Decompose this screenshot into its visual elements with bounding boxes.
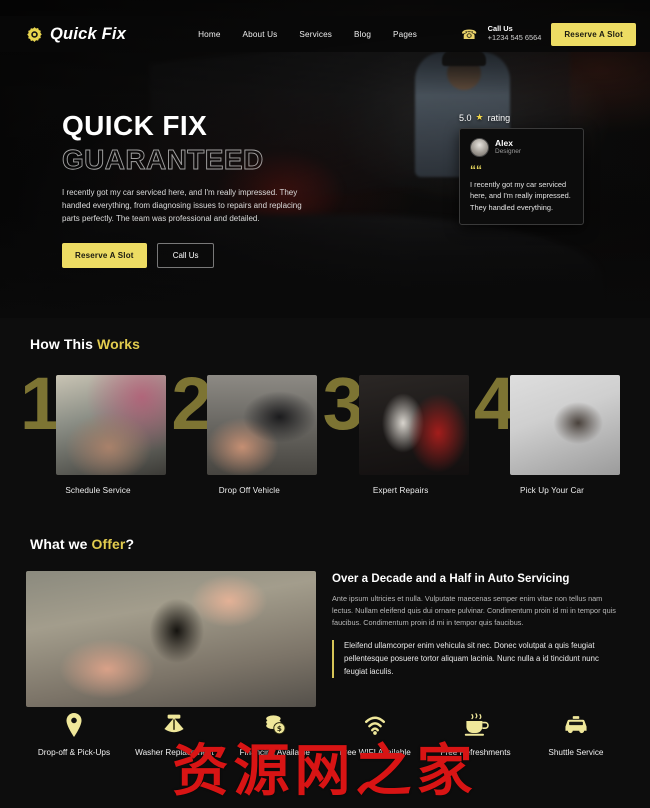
feature-washer-replacement[interactable]: Washer Replacement [126,712,222,759]
rating-badge: 5.0 ★ rating [459,112,510,123]
offer-title-suffix: ? [125,536,135,552]
nav-item-blog[interactable]: Blog [354,30,371,39]
taxi-icon [528,712,624,738]
feature-drop-off-pick-ups[interactable]: Drop-off & Pick-Ups [26,712,122,759]
feature-label: Washer Replacement [135,748,214,757]
testimonial-card: Alex Designer ““ I recently got my car s… [459,128,584,226]
offer-quote: Eleifend ullamcorper enim vehicula sit n… [332,640,624,679]
mechanic-head [447,56,481,90]
feature-free-wifi-available[interactable]: Free WIFI Available [327,712,423,759]
svg-text:$: $ [277,724,282,733]
step-label: Schedule Service [65,486,131,495]
offer-heading: Over a Decade and a Half in Auto Servici… [332,573,570,585]
how-this-works-title: How This Works [30,318,650,352]
feature-label: Shuttle Service [548,748,604,757]
offer-title-accent: Offer [91,536,126,552]
hero-title-line2: GUARANTEED [62,143,264,175]
rating-label: rating [487,112,511,123]
coins-icon: $ [227,712,323,738]
works-title-accent: Works [97,336,141,352]
phone-icon: ☎ [461,26,478,42]
feature-label: Financing Available [239,748,310,757]
step-number: 4 [473,362,516,445]
navbar: Quick Fix Home About Us Services Blog Pa… [0,16,650,52]
avatar [470,138,489,157]
offer-text-block: Over a Decade and a Half in Auto Servici… [332,571,624,707]
hero-title-line1: QUICK FIX [62,110,208,141]
reserve-a-slot-button-nav[interactable]: Reserve A Slot [551,22,636,46]
testimonial-name: Alex [495,138,513,149]
call-us-number: +1234 545 6564 [487,33,542,42]
coffee-cup-icon [428,712,524,738]
nav-item-pages[interactable]: Pages [393,30,417,39]
work-step-2[interactable]: 2 Drop Off Vehicle [171,366,323,495]
step-image [56,375,166,475]
what-we-offer-section: What we Offer? Over a Decade and a Half … [0,525,650,707]
feature-free-refreshments[interactable]: Free Refreshments [428,712,524,759]
step-image [207,375,318,475]
location-pin-icon [26,712,122,738]
work-step-3[interactable]: 3 Expert Repairs [323,366,475,495]
step-number: 2 [171,362,213,445]
step-number: 3 [322,362,364,445]
step-label: Expert Repairs [372,486,429,495]
hero-buttons: Reserve A Slot Call Us [62,242,337,268]
testimonial-text: I recently got my car serviced here, and… [470,180,571,212]
what-we-offer-title: What we Offer? [30,525,650,552]
hero-content: QUICK FIX GUARANTEED I recently got my c… [62,110,337,268]
step-label: Drop Off Vehicle [218,486,280,495]
how-this-works-section: How This Works 1 Schedule Service 2 Drop… [0,318,650,495]
mechanic-cap [442,50,486,66]
nav-item-home[interactable]: Home [198,30,220,39]
call-us-block[interactable]: Call Us +1234 545 6564 [488,25,542,42]
quote-icon: ““ [470,163,482,177]
feature-label: Drop-off & Pick-Ups [37,748,111,757]
rating-value: 5.0 [459,112,472,123]
navbar-right: ☎ Call Us +1234 545 6564 Reserve A Slot [461,22,636,46]
offer-title-plain: What we [30,536,92,552]
feature-label: Free Refreshments [440,748,511,757]
step-label: Pick Up Your Car [520,486,584,495]
brand-logo[interactable]: Quick Fix [26,25,126,44]
nav-links: Home About Us Services Blog Pages [198,30,417,39]
feature-financing-available[interactable]: $ Financing Available [227,712,323,759]
step-number: 1 [20,362,62,445]
work-step-1[interactable]: 1 Schedule Service [20,366,172,495]
page-root: Quick Fix Home About Us Services Blog Pa… [0,0,650,808]
step-image [358,375,469,475]
nav-item-about-us[interactable]: About Us [243,30,278,39]
gear-icon [26,26,43,43]
feature-shuttle-service[interactable]: Shuttle Service [528,712,624,759]
wifi-icon [327,712,423,738]
testimonial-header: Alex Designer [470,138,573,157]
works-steps-grid: 1 Schedule Service 2 Drop Off Vehicle 3 … [0,366,650,495]
brand-name: Quick Fix [50,24,127,43]
nav-item-services[interactable]: Services [299,30,332,39]
testimonial-role: Designer [495,148,522,156]
step-image [509,375,620,475]
star-icon: ★ [475,112,484,122]
hero-paragraph: I recently got my car serviced here, and… [62,187,302,223]
washer-icon [126,712,222,738]
reserve-a-slot-button-hero[interactable]: Reserve A Slot [62,242,147,268]
work-step-4[interactable]: 4 Pick Up Your Car [474,366,626,495]
offer-row: Over a Decade and a Half in Auto Servici… [0,571,650,707]
offer-paragraph: Ante ipsum ultricies et nulla. Vulputate… [332,594,616,627]
features-row: Drop-off & Pick-Ups Washer Replacement $… [0,712,650,759]
feature-label: Free WIFI Available [339,748,411,757]
offer-image [26,571,316,707]
call-us-button-hero[interactable]: Call Us [156,242,215,268]
works-title-plain: How This [30,336,98,352]
